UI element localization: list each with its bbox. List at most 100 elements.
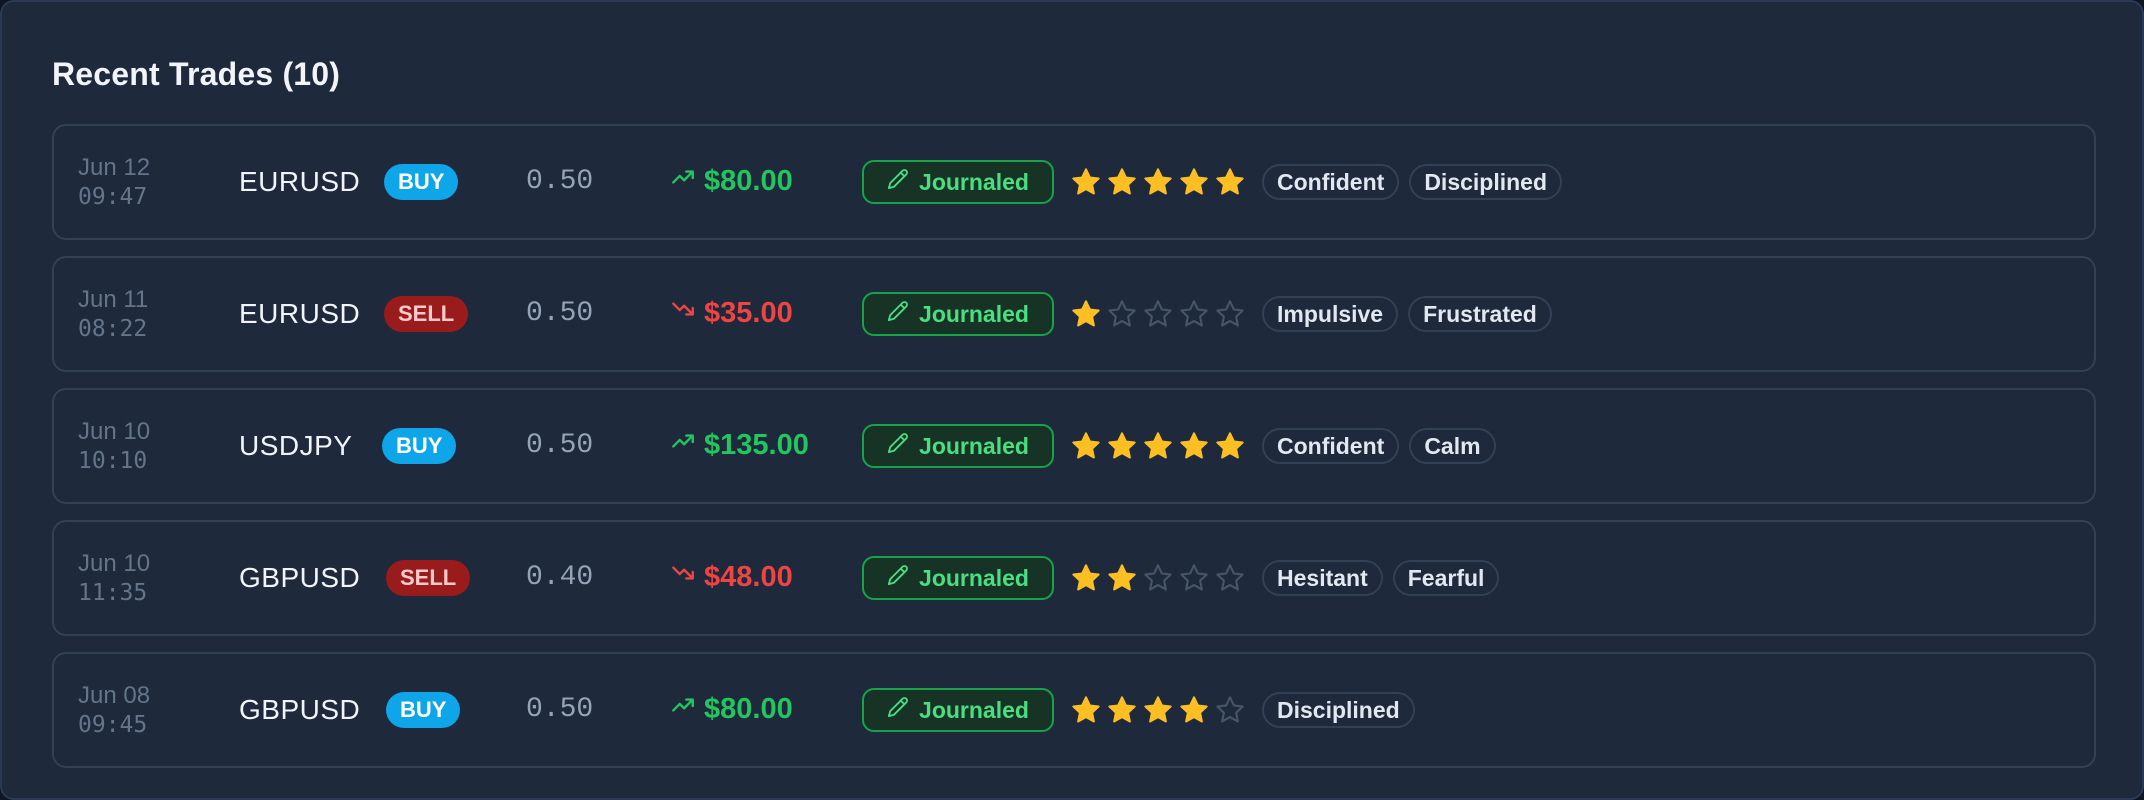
star-empty-icon[interactable] xyxy=(1214,694,1246,726)
trade-pnl-value: $80.00 xyxy=(704,692,793,725)
trade-size: 0.50 xyxy=(526,430,594,461)
trending-down-icon xyxy=(670,296,696,330)
star-filled-icon[interactable] xyxy=(1178,166,1210,198)
star-empty-icon[interactable] xyxy=(1178,298,1210,330)
pencil-icon xyxy=(887,168,909,196)
emotion-tag: Fearful xyxy=(1392,560,1500,596)
trade-row[interactable]: Jun 12 09:47 EURUSD BUY 0.50 $80.00 Jour… xyxy=(52,124,2096,240)
star-filled-icon[interactable] xyxy=(1178,694,1210,726)
journaled-label: Journaled xyxy=(919,300,1029,327)
star-filled-icon[interactable] xyxy=(1214,166,1246,198)
trade-pnl-value: $35.00 xyxy=(704,296,793,329)
star-filled-icon[interactable] xyxy=(1070,694,1102,726)
star-empty-icon[interactable] xyxy=(1214,562,1246,594)
trade-pnl: $35.00 xyxy=(670,296,793,330)
trade-symbol: GBPUSD xyxy=(239,694,361,725)
trade-pnl-value: $135.00 xyxy=(704,428,809,461)
journaled-label: Journaled xyxy=(919,696,1029,723)
trade-row[interactable]: Jun 10 10:10 USDJPY BUY 0.50 $135.00 Jou… xyxy=(52,388,2096,504)
emotion-tag: Disciplined xyxy=(1262,692,1415,728)
panel-title: Recent Trades (10) xyxy=(52,56,341,92)
star-filled-icon[interactable] xyxy=(1106,430,1138,462)
star-filled-icon[interactable] xyxy=(1070,166,1102,198)
trade-symbol: EURUSD xyxy=(239,166,361,197)
trending-up-icon xyxy=(670,692,696,726)
rating-stars xyxy=(1070,298,1246,330)
trade-symbol: GBPUSD xyxy=(239,562,361,593)
journaled-button[interactable]: Journaled xyxy=(862,292,1054,336)
star-filled-icon[interactable] xyxy=(1106,562,1138,594)
trade-side-badge: BUY xyxy=(384,164,459,200)
star-filled-icon[interactable] xyxy=(1178,430,1210,462)
trade-time: 10:10 xyxy=(78,448,148,474)
star-filled-icon[interactable] xyxy=(1106,166,1138,198)
trade-time: 09:47 xyxy=(78,184,148,210)
emotion-tags: Hesitant Fearful xyxy=(1262,560,1500,596)
emotion-tag: Confident xyxy=(1262,164,1400,200)
trending-down-icon xyxy=(670,560,696,594)
pencil-icon xyxy=(887,564,909,592)
trade-size: 0.50 xyxy=(526,166,594,197)
star-filled-icon[interactable] xyxy=(1214,430,1246,462)
trade-side-badge: SELL xyxy=(386,560,471,596)
trade-size: 0.50 xyxy=(526,694,594,725)
journaled-label: Journaled xyxy=(919,168,1029,195)
pencil-icon xyxy=(887,432,909,460)
pencil-icon xyxy=(887,696,909,724)
trade-symbol: EURUSD xyxy=(239,298,361,329)
rating-stars xyxy=(1070,694,1246,726)
trade-size: 0.50 xyxy=(526,298,594,329)
trending-up-icon xyxy=(670,164,696,198)
pencil-icon xyxy=(887,300,909,328)
recent-trades-panel: Recent Trades (10) Jun 12 09:47 EURUSD B… xyxy=(0,0,2144,800)
star-filled-icon[interactable] xyxy=(1070,430,1102,462)
journaled-button[interactable]: Journaled xyxy=(862,688,1054,732)
trade-pnl: $135.00 xyxy=(670,428,809,462)
journaled-button[interactable]: Journaled xyxy=(862,424,1054,468)
trade-pnl: $48.00 xyxy=(670,560,793,594)
trade-row[interactable]: Jun 10 11:35 GBPUSD SELL 0.40 $48.00 Jou… xyxy=(52,520,2096,636)
star-empty-icon[interactable] xyxy=(1142,298,1174,330)
rating-stars xyxy=(1070,562,1246,594)
emotion-tag: Impulsive xyxy=(1262,296,1399,332)
star-empty-icon[interactable] xyxy=(1214,298,1246,330)
trade-pnl: $80.00 xyxy=(670,692,793,726)
star-filled-icon[interactable] xyxy=(1070,298,1102,330)
trade-pnl: $80.00 xyxy=(670,164,793,198)
rating-stars xyxy=(1070,430,1246,462)
rating-stars xyxy=(1070,166,1246,198)
emotion-tag: Hesitant xyxy=(1262,560,1383,596)
trade-pnl-value: $48.00 xyxy=(704,560,793,593)
star-empty-icon[interactable] xyxy=(1106,298,1138,330)
trade-side-badge: BUY xyxy=(386,692,461,728)
trade-side-badge: BUY xyxy=(382,428,457,464)
star-filled-icon[interactable] xyxy=(1142,166,1174,198)
journaled-button[interactable]: Journaled xyxy=(862,160,1054,204)
trade-side-badge: SELL xyxy=(384,296,469,332)
emotion-tags: Confident Disciplined xyxy=(1262,164,1563,200)
emotion-tag: Frustrated xyxy=(1408,296,1552,332)
trade-symbol: USDJPY xyxy=(239,430,353,461)
trending-up-icon xyxy=(670,428,696,462)
trade-date: Jun 10 xyxy=(78,418,151,445)
emotion-tag: Disciplined xyxy=(1409,164,1563,200)
star-filled-icon[interactable] xyxy=(1070,562,1102,594)
emotion-tags: Disciplined xyxy=(1262,692,1415,728)
emotion-tags: Impulsive Frustrated xyxy=(1262,296,1552,332)
emotion-tag: Confident xyxy=(1262,428,1400,464)
trade-pnl-value: $80.00 xyxy=(704,164,793,197)
star-filled-icon[interactable] xyxy=(1142,694,1174,726)
star-empty-icon[interactable] xyxy=(1178,562,1210,594)
trade-row[interactable]: Jun 08 09:45 GBPUSD BUY 0.50 $80.00 Jour… xyxy=(52,652,2096,768)
trade-time: 09:45 xyxy=(78,712,148,738)
star-empty-icon[interactable] xyxy=(1142,562,1174,594)
star-filled-icon[interactable] xyxy=(1142,430,1174,462)
journaled-label: Journaled xyxy=(919,432,1029,459)
trade-date: Jun 12 xyxy=(78,154,151,181)
trades-list: Jun 12 09:47 EURUSD BUY 0.50 $80.00 Jour… xyxy=(52,124,2096,784)
trade-row[interactable]: Jun 11 08:22 EURUSD SELL 0.50 $35.00 Jou… xyxy=(52,256,2096,372)
star-filled-icon[interactable] xyxy=(1106,694,1138,726)
trade-time: 11:35 xyxy=(78,580,148,606)
trade-time: 08:22 xyxy=(78,316,148,342)
journaled-button[interactable]: Journaled xyxy=(862,556,1054,600)
